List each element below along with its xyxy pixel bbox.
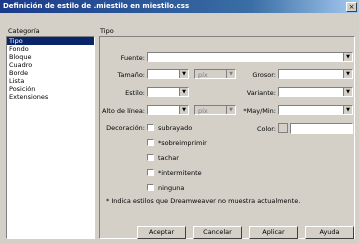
style-label: Estilo: [125, 89, 145, 97]
variant-select[interactable]: ▼ [278, 87, 353, 97]
line-height-select[interactable]: ▼ [147, 105, 189, 115]
decoration-label: Decoración: [106, 124, 145, 132]
close-icon[interactable]: × [346, 2, 357, 12]
size-label: Tamaño: [117, 71, 145, 79]
category-item-fondo[interactable]: Fondo [7, 45, 94, 53]
category-heading: Categoría [8, 27, 40, 35]
case-label: *May/Min: [243, 107, 276, 115]
category-item-extensiones[interactable]: Extensiones [7, 93, 94, 101]
style-select[interactable]: ▼ [147, 87, 189, 97]
chevron-down-icon[interactable]: ▼ [179, 88, 188, 96]
decoration-overline-checkbox[interactable] [147, 139, 154, 146]
category-item-cuadro[interactable]: Cuadro [7, 61, 94, 69]
size-unit-select[interactable]: píx ▼ [194, 69, 236, 79]
decoration-none-checkbox[interactable] [147, 184, 154, 191]
chevron-down-icon[interactable]: ▼ [343, 70, 352, 78]
decoration-underline-checkbox[interactable] [147, 124, 154, 131]
help-button[interactable]: Ayuda [305, 226, 354, 239]
size-select[interactable]: ▼ [147, 69, 189, 79]
line-height-unit-value: píx [198, 107, 208, 115]
category-item-posicion[interactable]: Posición [7, 85, 94, 93]
ok-button[interactable]: Aceptar [137, 226, 186, 239]
line-height-label: Alto de línea: [102, 107, 145, 115]
cancel-button[interactable]: Cancelar [193, 226, 242, 239]
case-select[interactable]: ▼ [278, 105, 353, 115]
title-bar: Definición de estilo de .miestilo en mie… [0, 0, 359, 13]
chevron-down-icon[interactable]: ▼ [343, 88, 352, 96]
decoration-overline-label: *sobreimprimir [158, 139, 207, 147]
chevron-down-icon[interactable]: ▼ [343, 53, 352, 61]
category-item-bloque[interactable]: Bloque [7, 53, 94, 61]
apply-button[interactable]: Aplicar [249, 226, 298, 239]
category-item-borde[interactable]: Borde [7, 69, 94, 77]
category-item-tipo[interactable]: Tipo [7, 37, 94, 45]
decoration-underline-label: subrayado [158, 124, 193, 132]
footnote: * Indica estilos que Dreamweaver no mues… [106, 197, 301, 205]
decoration-blink-checkbox[interactable] [147, 169, 154, 176]
line-height-unit-select[interactable]: píx ▼ [194, 105, 236, 115]
decoration-none-label: ninguna [158, 184, 185, 192]
chevron-down-icon[interactable]: ▼ [226, 106, 235, 114]
type-panel: Fuente: ▼ Tamaño: ▼ píx ▼ Grosor: ▼ Esti… [99, 36, 355, 239]
chevron-down-icon[interactable]: ▼ [226, 70, 235, 78]
decoration-strikethrough-checkbox[interactable] [147, 154, 154, 161]
chevron-down-icon[interactable]: ▼ [179, 106, 188, 114]
color-label: Color: [256, 125, 276, 133]
font-label: Fuente: [120, 54, 145, 62]
size-unit-value: píx [198, 71, 208, 79]
style-dialog: Definición de estilo de .miestilo en mie… [0, 0, 359, 244]
chevron-down-icon[interactable]: ▼ [179, 70, 188, 78]
category-list[interactable]: Tipo Fondo Bloque Cuadro Borde Lista Pos… [6, 36, 95, 239]
chevron-down-icon[interactable]: ▼ [343, 106, 352, 114]
decoration-blink-label: *intermitente [158, 169, 202, 177]
color-input[interactable] [290, 123, 353, 134]
category-item-lista[interactable]: Lista [7, 77, 94, 85]
font-select[interactable]: ▼ [147, 52, 353, 62]
decoration-strikethrough-label: tachar [158, 154, 179, 162]
color-picker-icon[interactable] [278, 123, 288, 133]
variant-label: Variante: [246, 89, 276, 97]
weight-select[interactable]: ▼ [278, 69, 353, 79]
section-heading: Tipo [100, 27, 114, 35]
weight-label: Grosor: [252, 71, 276, 79]
window-title: Definición de estilo de .miestilo en mie… [3, 2, 190, 10]
